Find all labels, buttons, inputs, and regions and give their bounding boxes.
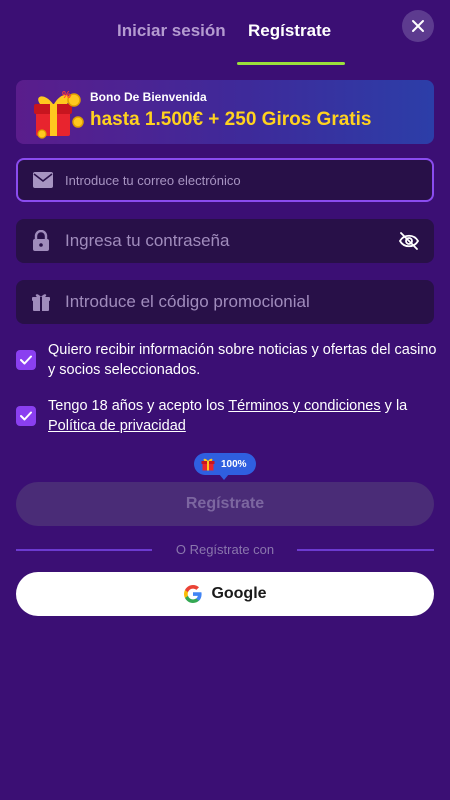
divider-right	[297, 549, 434, 551]
tab-register[interactable]: Regístrate	[248, 20, 331, 42]
email-input[interactable]	[65, 160, 385, 200]
promo-code-input[interactable]	[65, 280, 385, 324]
marketing-consent-checkbox[interactable]	[16, 350, 36, 370]
password-field[interactable]	[16, 219, 434, 263]
svg-text:%: %	[62, 90, 71, 101]
gift-icon	[30, 291, 52, 313]
age-consent-mid: y la	[380, 398, 408, 414]
google-icon	[184, 585, 203, 603]
bonus-percent-badge: 100%	[194, 453, 256, 480]
active-tab-indicator	[237, 62, 345, 65]
gift-icon: %	[34, 90, 84, 139]
tab-login[interactable]: Iniciar sesión	[117, 20, 226, 42]
google-button-label: Google	[211, 585, 267, 602]
auth-tabs: Iniciar sesión Regístrate	[0, 0, 450, 66]
welcome-bonus-banner: % Bono De Bienvenida hasta 1.500€ + 250 …	[16, 80, 434, 144]
age-terms-checkbox[interactable]	[16, 406, 36, 426]
google-signup-button[interactable]: Google	[16, 572, 434, 616]
age-consent-label: Tengo 18 años y acepto los Términos y co…	[48, 396, 438, 436]
promo-code-field[interactable]	[16, 280, 434, 324]
eye-off-icon[interactable]	[398, 230, 420, 252]
password-input[interactable]	[65, 219, 385, 263]
lock-icon	[30, 230, 52, 252]
close-icon	[412, 20, 424, 32]
mail-icon	[32, 169, 54, 191]
banner-title: hasta 1.500€ + 250 Giros Gratis	[90, 109, 372, 130]
gift-icon	[201, 458, 215, 471]
check-icon	[20, 355, 32, 365]
banner-subtitle: Bono De Bienvenida	[90, 90, 207, 104]
bonus-percent-text: 100%	[221, 458, 247, 470]
terms-link[interactable]: Términos y condiciones	[228, 398, 380, 414]
marketing-consent-label: Quiero recibir información sobre noticia…	[48, 342, 437, 378]
close-button[interactable]	[402, 10, 434, 42]
age-consent-prefix: Tengo 18 años y acepto los	[48, 398, 229, 414]
email-field[interactable]	[16, 158, 434, 202]
privacy-policy-link[interactable]: Política de privacidad	[48, 418, 186, 434]
register-button[interactable]: Regístrate	[16, 482, 434, 526]
check-icon	[20, 411, 32, 421]
